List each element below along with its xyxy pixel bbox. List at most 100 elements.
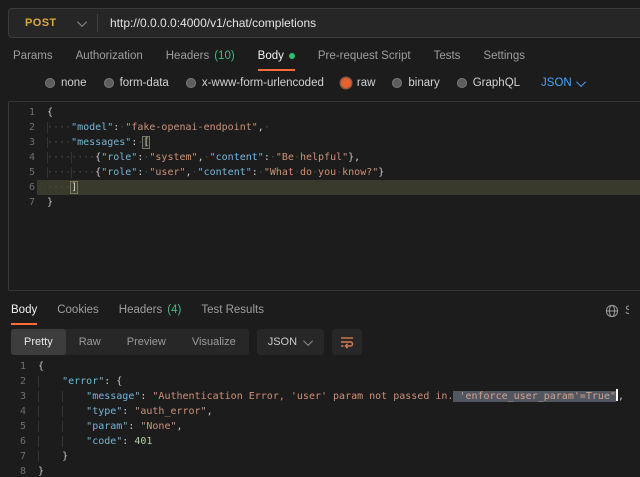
code-line: 6 "code": 401	[0, 434, 640, 449]
wrap-text-icon	[339, 335, 355, 349]
code-token: do	[300, 167, 312, 178]
tab-label: Pre-request Script	[318, 50, 411, 62]
response-tab-body[interactable]: Body	[11, 297, 37, 325]
code-token: "role"	[101, 167, 137, 178]
view-visualize-button[interactable]: Visualize	[179, 329, 249, 355]
tab-params[interactable]: Params	[13, 43, 53, 71]
code-token: "system"	[149, 152, 197, 163]
line-number: 2	[9, 120, 37, 135]
code-token: "None"	[140, 421, 176, 432]
method-dropdown[interactable]: POST	[9, 9, 97, 37]
mode-graphql[interactable]: GraphQL	[457, 77, 520, 89]
code-line-content: }	[28, 449, 640, 464]
line-number: 3	[9, 135, 37, 150]
code-token: "message"	[86, 391, 140, 402]
code-token: "messages"	[71, 137, 131, 148]
code-line: 4 "type": "auth_error",	[0, 404, 640, 419]
code-token: :	[140, 391, 152, 402]
code-line: 3····"messages":·[	[9, 135, 640, 150]
response-format-dropdown[interactable]: JSON	[257, 329, 324, 355]
line-number: 1	[0, 359, 28, 374]
code-line-content: "message": "Authentication Error, 'user'…	[28, 389, 640, 404]
tab-pre-request-script[interactable]: Pre-request Script	[318, 43, 411, 71]
radio-icon	[186, 78, 196, 88]
code-line-content: ········{"role":·"user",·"content":·"Wha…	[37, 165, 640, 180]
line-number: 2	[0, 374, 28, 389]
code-token	[38, 451, 62, 462]
tab-label: Headers	[166, 50, 209, 62]
view-raw-button[interactable]: Raw	[66, 329, 114, 355]
tab-authorization[interactable]: Authorization	[76, 43, 143, 71]
code-line-content: "type": "auth_error",	[28, 404, 640, 419]
response-meta-right: S	[605, 297, 629, 325]
tab-label: Cookies	[57, 304, 99, 316]
line-number: 6	[0, 434, 28, 449]
code-token: :	[128, 421, 140, 432]
tab-label: Params	[13, 50, 53, 62]
code-line: 1{	[9, 105, 640, 120]
tab-tests[interactable]: Tests	[434, 43, 461, 71]
code-line-content: {	[37, 105, 640, 120]
raw-format-dropdown[interactable]: JSON	[541, 77, 586, 89]
tab-label: Headers	[119, 304, 162, 316]
code-line: 2····"model":·"fake-openai-endpoint",·	[9, 120, 640, 135]
tab-label: Authorization	[76, 50, 143, 62]
code-line: 4········{"role":·"system",·"content":·"…	[9, 150, 640, 165]
request-url-bar: POST http://0.0.0.0:4000/v1/chat/complet…	[8, 8, 640, 38]
code-token: ····	[47, 122, 71, 133]
tab-settings[interactable]: Settings	[483, 43, 525, 71]
tab-headers[interactable]: Headers (10)	[166, 43, 235, 71]
mode-none[interactable]: none	[45, 77, 87, 89]
tab-label: Body	[258, 50, 284, 62]
mode-label: raw	[357, 77, 376, 89]
code-token: "role"	[101, 152, 137, 163]
wrap-text-button[interactable]	[332, 329, 362, 355]
mode-binary[interactable]: binary	[392, 77, 439, 89]
code-line: 2 "error": {	[0, 374, 640, 389]
request-tabs: Params Authorization Headers (10) Body P…	[0, 43, 640, 71]
mode-form-data[interactable]: form-data	[104, 77, 169, 89]
headers-count-badge: (4)	[167, 304, 181, 316]
radio-icon	[104, 78, 114, 88]
code-line: 1{	[0, 359, 640, 374]
code-line-content: ····"messages":·[	[37, 135, 640, 150]
chevron-down-icon	[303, 336, 313, 346]
line-number: 8	[0, 464, 28, 477]
response-tab-cookies[interactable]: Cookies	[57, 297, 99, 325]
response-tab-test-results[interactable]: Test Results	[201, 297, 264, 325]
code-line-content: }	[28, 464, 640, 477]
url-input[interactable]: http://0.0.0.0:4000/v1/chat/completions	[98, 16, 640, 30]
response-view-switch: Pretty Raw Preview Visualize	[11, 329, 249, 355]
code-token	[38, 376, 62, 387]
code-line: 5 "param": "None",	[0, 419, 640, 434]
line-number: 6	[9, 180, 37, 195]
code-token: ········	[47, 167, 95, 178]
tab-body[interactable]: Body	[258, 43, 295, 71]
radio-selected-icon	[341, 78, 351, 88]
request-body-editor[interactable]: 1{2····"model":·"fake-openai-endpoint",·…	[8, 101, 640, 291]
code-token: "fake-openai-endpoint"	[125, 122, 257, 133]
tab-label: Body	[11, 304, 37, 316]
code-token: ,	[177, 421, 183, 432]
view-label: Raw	[79, 336, 101, 348]
response-body-editor[interactable]: 1{2 "error": {3 "message": "Authenticati…	[0, 359, 640, 477]
mode-raw[interactable]: raw	[341, 77, 376, 89]
code-token: {	[47, 107, 53, 118]
code-token: "content"	[198, 167, 252, 178]
code-token: [	[143, 137, 149, 148]
code-line-content: {	[28, 359, 640, 374]
line-number: 4	[0, 404, 28, 419]
mode-label: GraphQL	[473, 77, 520, 89]
code-token: "model"	[71, 122, 113, 133]
response-tab-headers[interactable]: Headers (4)	[119, 297, 182, 325]
code-line-content: }	[37, 195, 640, 210]
radio-icon	[457, 78, 467, 88]
mode-x-www-form-urlencoded[interactable]: x-www-form-urlencoded	[186, 77, 324, 89]
code-token: "param"	[86, 421, 128, 432]
view-pretty-button[interactable]: Pretty	[11, 329, 66, 355]
globe-icon[interactable]	[605, 304, 619, 318]
view-preview-button[interactable]: Preview	[114, 329, 179, 355]
code-token: : {	[104, 376, 122, 387]
code-line: 6····]	[9, 180, 640, 195]
code-line: 3 "message": "Authentication Error, 'use…	[0, 389, 640, 404]
